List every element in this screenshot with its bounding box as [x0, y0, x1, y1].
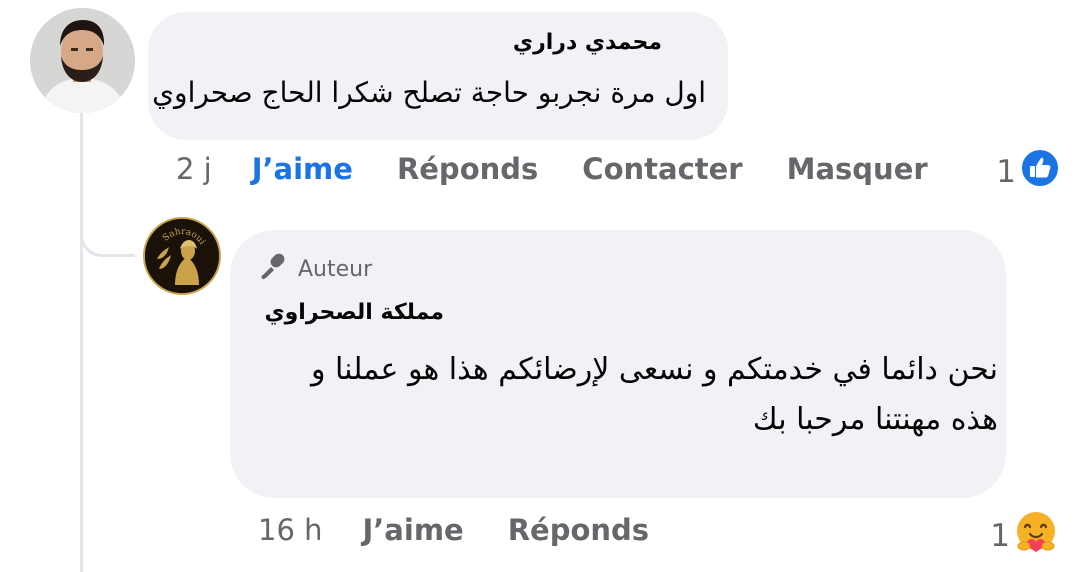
- avatar[interactable]: [30, 8, 135, 113]
- care-icon: [1014, 510, 1058, 562]
- author-badge: Auteur: [258, 250, 372, 288]
- reaction-count: 1: [996, 154, 1016, 190]
- reply-text: نحن دائما في خدمتكم و نسعى لإرضائكم هذا …: [311, 352, 998, 437]
- hide-button[interactable]: Masquer: [787, 152, 928, 186]
- reaction-summary[interactable]: 1: [990, 510, 1058, 562]
- comment-timestamp[interactable]: 2 j: [176, 152, 212, 186]
- reply-button[interactable]: Réponds: [397, 152, 538, 186]
- author-badge-label: Auteur: [298, 256, 373, 282]
- microphone-icon: [258, 250, 290, 288]
- reaction-count: 1: [990, 518, 1010, 554]
- comment-text: اول مرة نجربو حاجة تصلح شكرا الحاج صحراو…: [152, 76, 706, 109]
- thread-connector: [80, 175, 135, 257]
- reply-author[interactable]: مملكة الصحراوي: [264, 300, 444, 325]
- contact-button[interactable]: Contacter: [582, 152, 742, 186]
- reply-actions: 16 h J’aime Réponds: [258, 513, 693, 547]
- comment-actions: 2 j J’aime Réponds Contacter Masquer: [176, 152, 972, 186]
- like-button[interactable]: J’aime: [363, 513, 464, 547]
- reaction-summary[interactable]: 1: [996, 148, 1060, 196]
- reply-timestamp[interactable]: 16 h: [258, 513, 323, 547]
- page-avatar[interactable]: Sahraoui: [143, 217, 221, 295]
- like-icon: [1020, 148, 1060, 196]
- like-button[interactable]: J’aime: [252, 152, 353, 186]
- comment-author[interactable]: محمدي دراري: [513, 30, 662, 55]
- reply-button[interactable]: Réponds: [508, 513, 649, 547]
